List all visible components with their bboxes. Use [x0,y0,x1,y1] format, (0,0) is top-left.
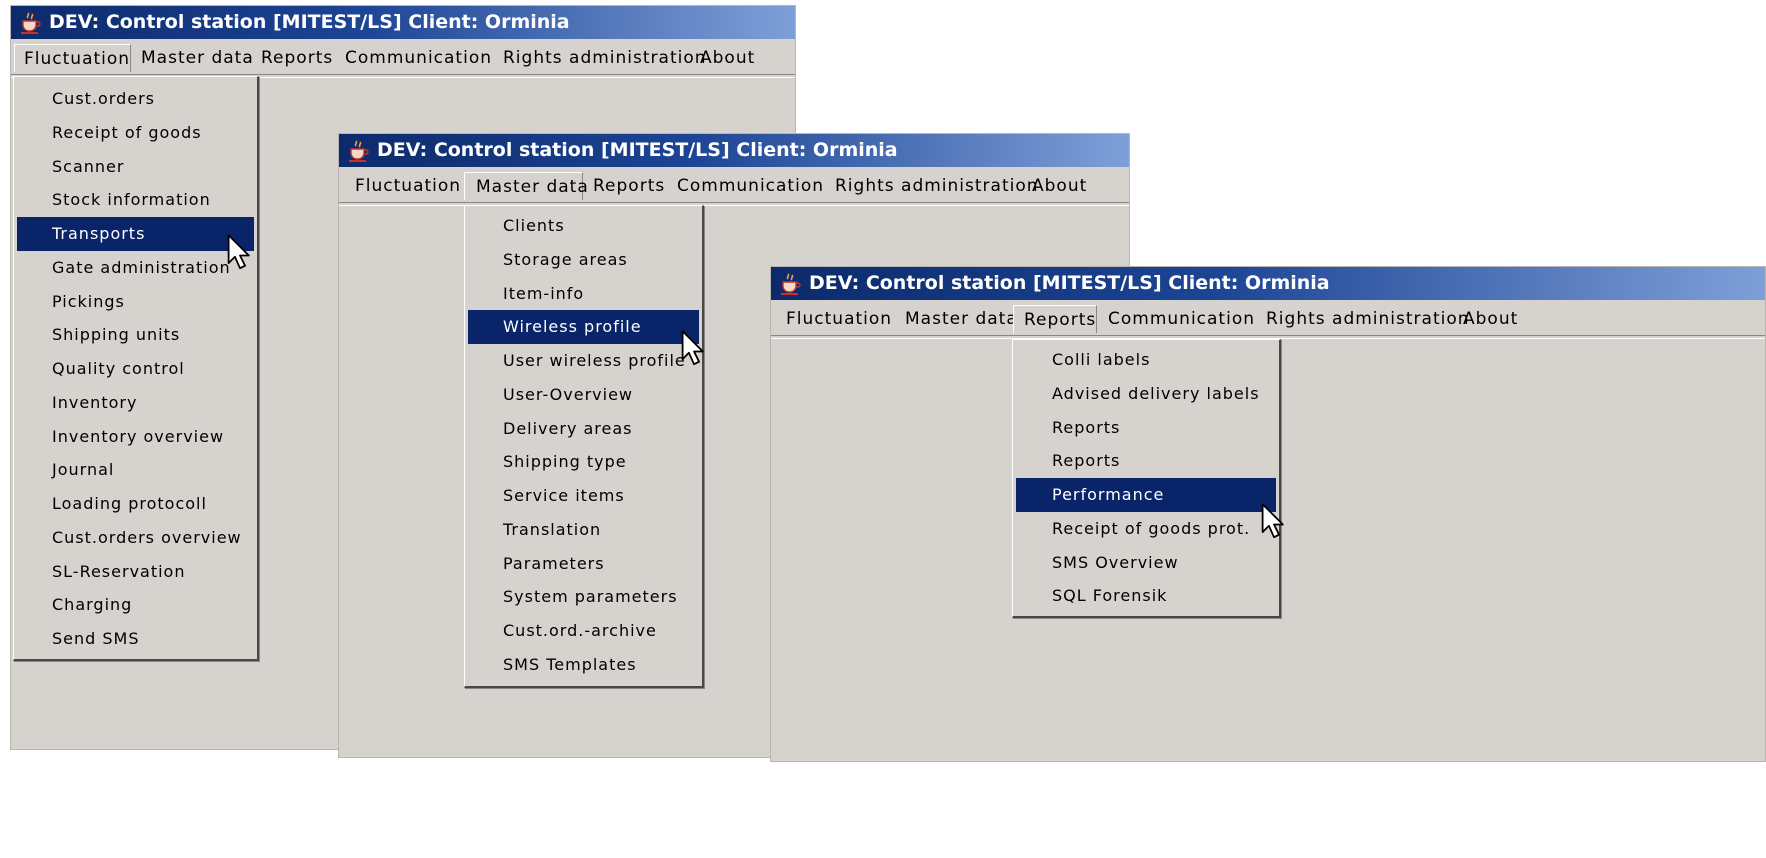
menu-master-data[interactable]: Master data [464,172,588,200]
menu-item-parameters[interactable]: Parameters [468,547,699,581]
menu-master-data[interactable]: Master data [141,44,254,72]
menu-item-inventory-overview[interactable]: Inventory overview [17,420,254,454]
menu-item-sl-reservation[interactable]: SL-Reservation [17,555,254,589]
menu-fluctuation[interactable]: Fluctuation [14,44,131,72]
menu-item-sms-overview[interactable]: SMS Overview [1016,546,1276,580]
menu-about[interactable]: About [1463,305,1518,333]
menu-item-system-parameters[interactable]: System parameters [468,580,699,614]
menu-about[interactable]: About [1032,172,1087,200]
menu-item-performance[interactable]: Performance [1016,478,1276,512]
menu-item-stock-information[interactable]: Stock information [17,183,254,217]
reports-dropdown: Colli labels Advised delivery labels Rep… [1012,339,1281,618]
menu-rights-administration[interactable]: Rights administration [503,44,707,72]
menu-reports[interactable]: Reports [1013,305,1097,333]
menu-separator [339,202,1129,206]
title-bar[interactable]: DEV: Control station [MITEST/LS] Client:… [771,267,1765,300]
menu-item-delivery-areas[interactable]: Delivery areas [468,412,699,446]
menu-fluctuation[interactable]: Fluctuation [786,305,892,333]
menu-item-scanner[interactable]: Scanner [17,150,254,184]
menu-communication[interactable]: Communication [345,44,492,72]
menu-item-reports[interactable]: Reports [1016,411,1276,445]
fluctuation-dropdown: Cust.orders Receipt of goods Scanner Sto… [13,76,259,661]
menu-item-sms-templates[interactable]: SMS Templates [468,648,699,682]
menu-item-cust-orders-overview[interactable]: Cust.orders overview [17,521,254,555]
menu-item-cust-ord-archive[interactable]: Cust.ord.-archive [468,614,699,648]
menu-item-send-sms[interactable]: Send SMS [17,622,254,656]
menu-bar: Fluctuation Master data Reports Communic… [339,169,1129,203]
menu-rights-administration[interactable]: Rights administration [835,172,1039,200]
menu-reports[interactable]: Reports [593,172,665,200]
menu-item-pickings[interactable]: Pickings [17,285,254,319]
menu-item-service-items[interactable]: Service items [468,479,699,513]
menu-item-charging[interactable]: Charging [17,588,254,622]
menu-item-gate-administration[interactable]: Gate administration [17,251,254,285]
window-title: DEV: Control station [MITEST/LS] Client:… [809,272,1330,294]
java-cup-icon [21,12,41,34]
menu-bar: Fluctuation Master data Reports Communic… [771,302,1765,336]
menu-item-user-wireless-profile[interactable]: User wireless profile [468,344,699,378]
java-cup-icon [349,140,369,162]
menu-communication[interactable]: Communication [1108,305,1255,333]
menu-item-item-info[interactable]: Item-info [468,277,699,311]
master-data-dropdown: Clients Storage areas Item-info Wireless… [464,205,704,688]
menu-fluctuation[interactable]: Fluctuation [355,172,461,200]
menu-item-loading-protocoll[interactable]: Loading protocoll [17,487,254,521]
title-bar[interactable]: DEV: Control station [MITEST/LS] Client:… [11,6,795,39]
menu-item-quality-control[interactable]: Quality control [17,352,254,386]
menu-reports[interactable]: Reports [261,44,333,72]
menu-item-colli-labels[interactable]: Colli labels [1016,343,1276,377]
menu-item-inventory[interactable]: Inventory [17,386,254,420]
menu-item-shipping-units[interactable]: Shipping units [17,318,254,352]
title-bar[interactable]: DEV: Control station [MITEST/LS] Client:… [339,134,1129,167]
window-title: DEV: Control station [MITEST/LS] Client:… [49,11,570,33]
menu-item-storage-areas[interactable]: Storage areas [468,243,699,277]
menu-item-transports[interactable]: Transports [17,217,254,251]
menu-master-data[interactable]: Master data [905,305,1018,333]
menu-about[interactable]: About [700,44,755,72]
window-title: DEV: Control station [MITEST/LS] Client:… [377,139,898,161]
menu-item-advised-delivery-labels[interactable]: Advised delivery labels [1016,377,1276,411]
menu-item-translation[interactable]: Translation [468,513,699,547]
menu-communication[interactable]: Communication [677,172,824,200]
menu-item-receipt-of-goods[interactable]: Receipt of goods [17,116,254,150]
menu-item-cust-orders[interactable]: Cust.orders [17,82,254,116]
menu-bar: Fluctuation Master data Reports Communic… [11,41,795,75]
menu-item-reports[interactable]: Reports [1016,444,1276,478]
menu-rights-administration[interactable]: Rights administration [1266,305,1470,333]
java-cup-icon [781,273,801,295]
menu-item-wireless-profile[interactable]: Wireless profile [468,310,699,344]
menu-item-journal[interactable]: Journal [17,453,254,487]
menu-item-user-overview[interactable]: User-Overview [468,378,699,412]
menu-item-clients[interactable]: Clients [468,209,699,243]
menu-item-shipping-type[interactable]: Shipping type [468,445,699,479]
menu-item-sql-forensik[interactable]: SQL Forensik [1016,579,1276,613]
menu-item-receipt-of-goods-prot[interactable]: Receipt of goods prot. [1016,512,1276,546]
